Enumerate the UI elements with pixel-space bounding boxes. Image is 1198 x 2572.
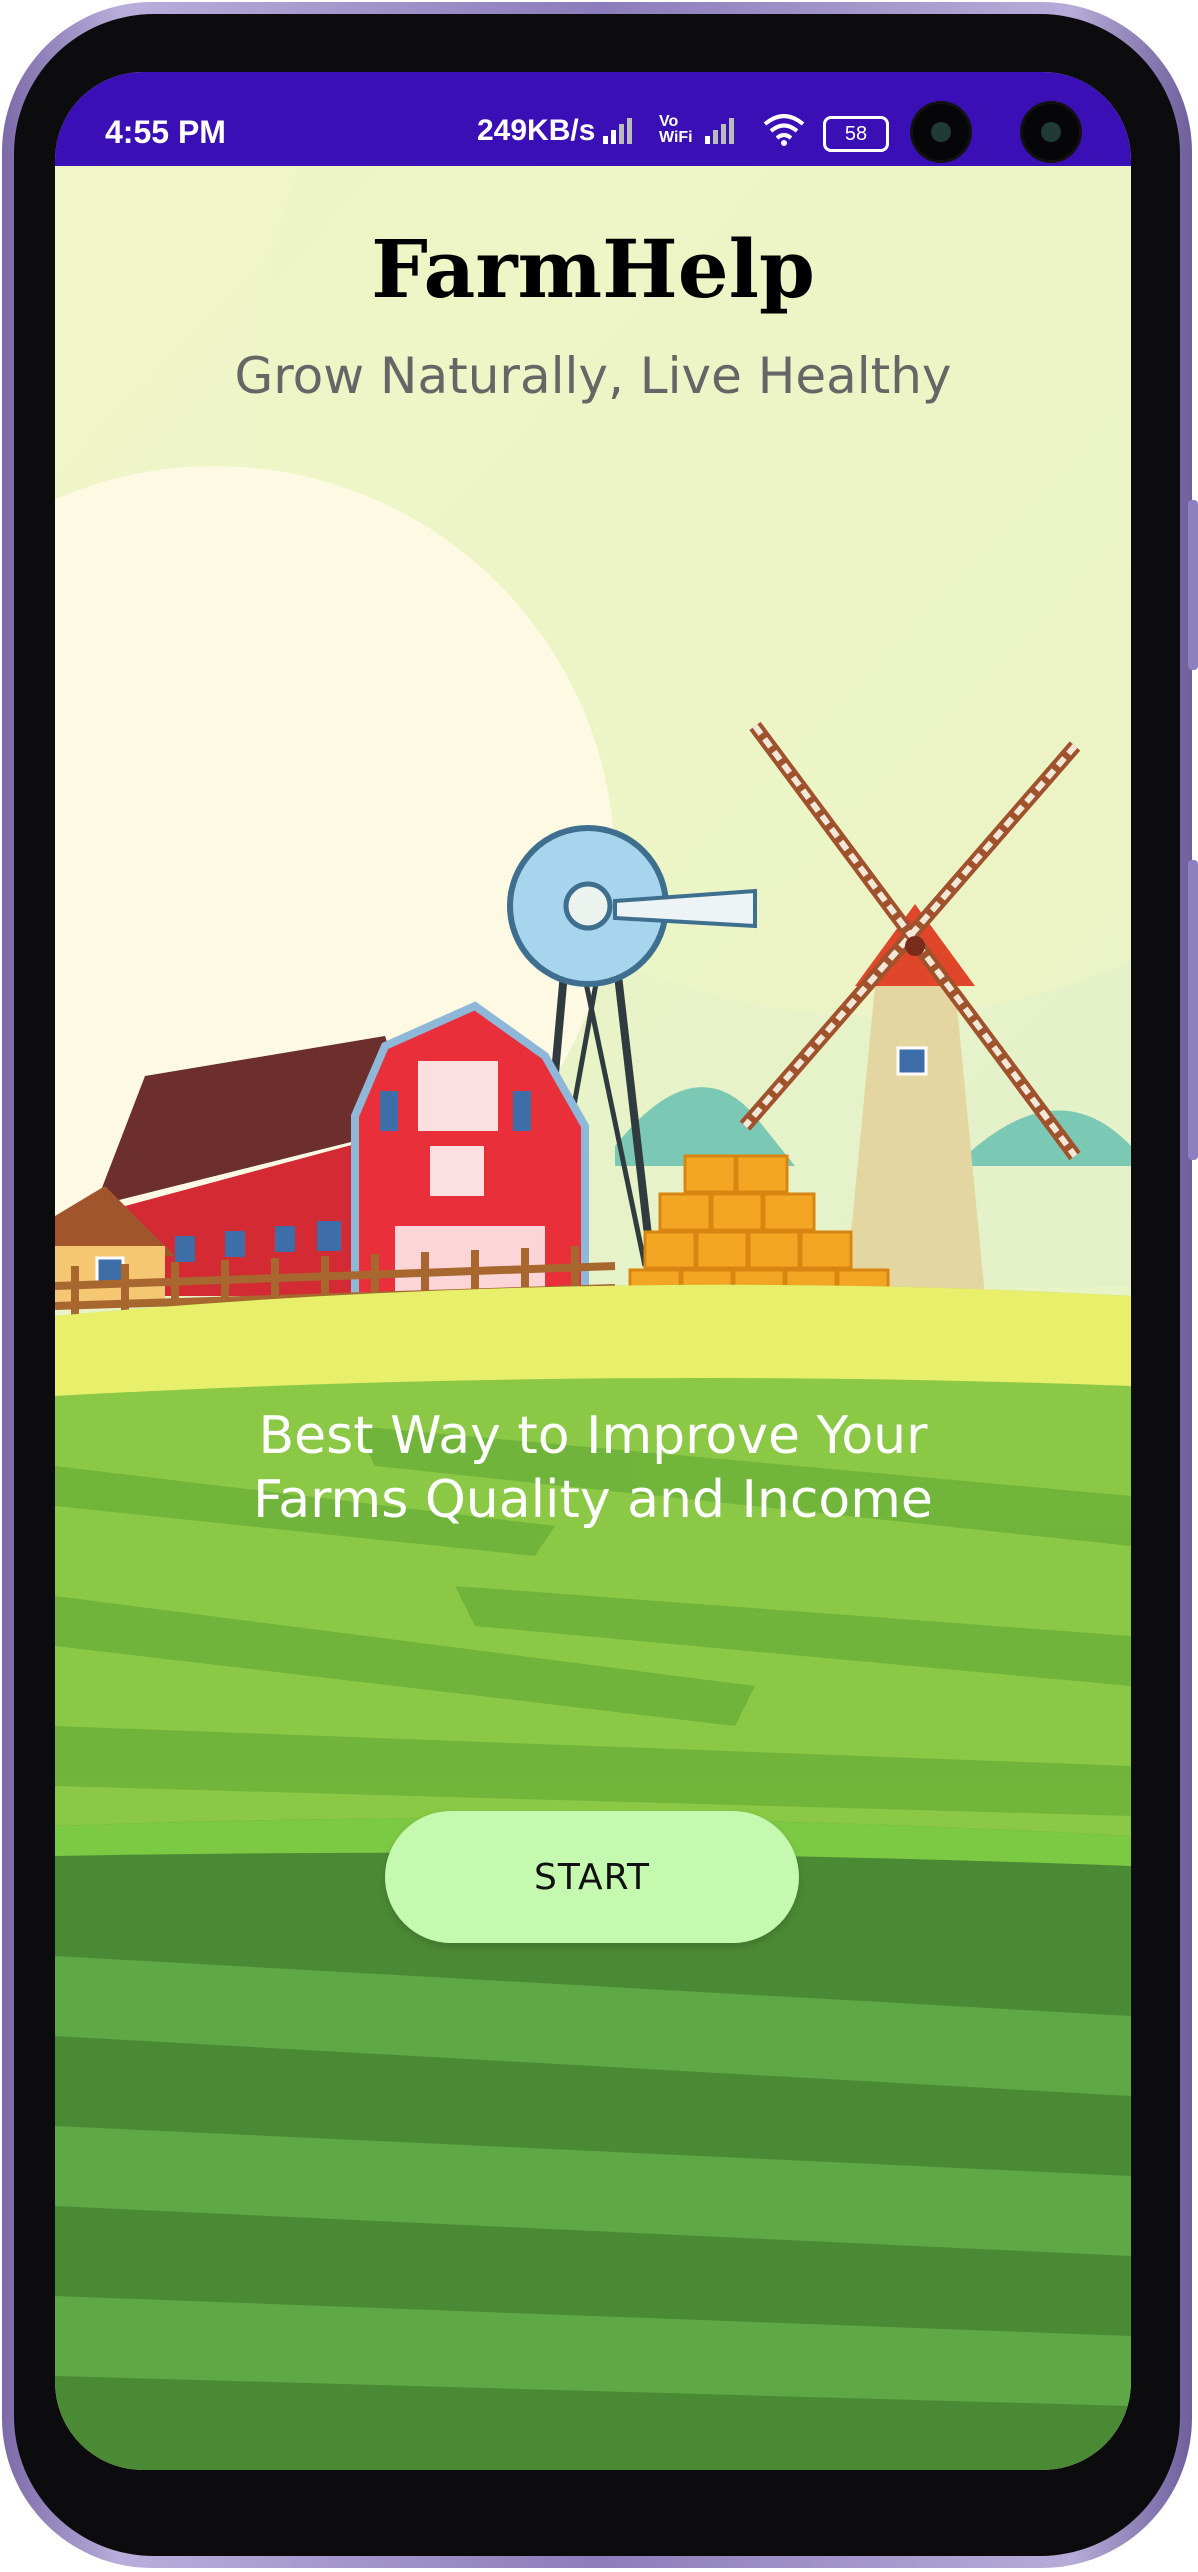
signal-icon xyxy=(705,118,734,144)
battery-level: 58 xyxy=(844,123,868,145)
screen: 4:55 PM 249KB/s Vo WiFi 58 FarmHelp Grow… xyxy=(55,72,1131,2470)
network-speed: 249KB/s xyxy=(477,114,596,147)
headline-line: Farms Quality and Income xyxy=(253,1470,933,1530)
wifi-label: WiFi xyxy=(659,129,693,146)
phone-frame: 4:55 PM 249KB/s Vo WiFi 58 FarmHelp Grow… xyxy=(0,0,1198,2572)
volte-label: Vo xyxy=(659,113,679,130)
app-title: FarmHelp xyxy=(371,222,815,316)
battery-icon: 58 xyxy=(823,116,889,152)
crop-rows xyxy=(55,1956,1131,2406)
front-camera xyxy=(1023,104,1079,160)
farm-illustration xyxy=(55,166,1131,2470)
power-button xyxy=(1188,860,1198,1160)
headline: Best Way to Improve Your Farms Quality a… xyxy=(55,1404,1131,1532)
vowifi-icon: Vo WiFi xyxy=(659,114,693,146)
headline-line: Best Way to Improve Your xyxy=(258,1406,928,1466)
wifi-icon xyxy=(763,114,805,146)
signal-icon xyxy=(603,118,632,144)
volume-button xyxy=(1188,500,1198,670)
status-bar: 4:55 PM 249KB/s Vo WiFi 58 xyxy=(55,72,1131,166)
status-time: 4:55 PM xyxy=(105,114,226,150)
app-subtitle: Grow Naturally, Live Healthy xyxy=(234,347,952,405)
front-camera xyxy=(913,104,969,160)
start-button[interactable]: START xyxy=(385,1811,799,1943)
